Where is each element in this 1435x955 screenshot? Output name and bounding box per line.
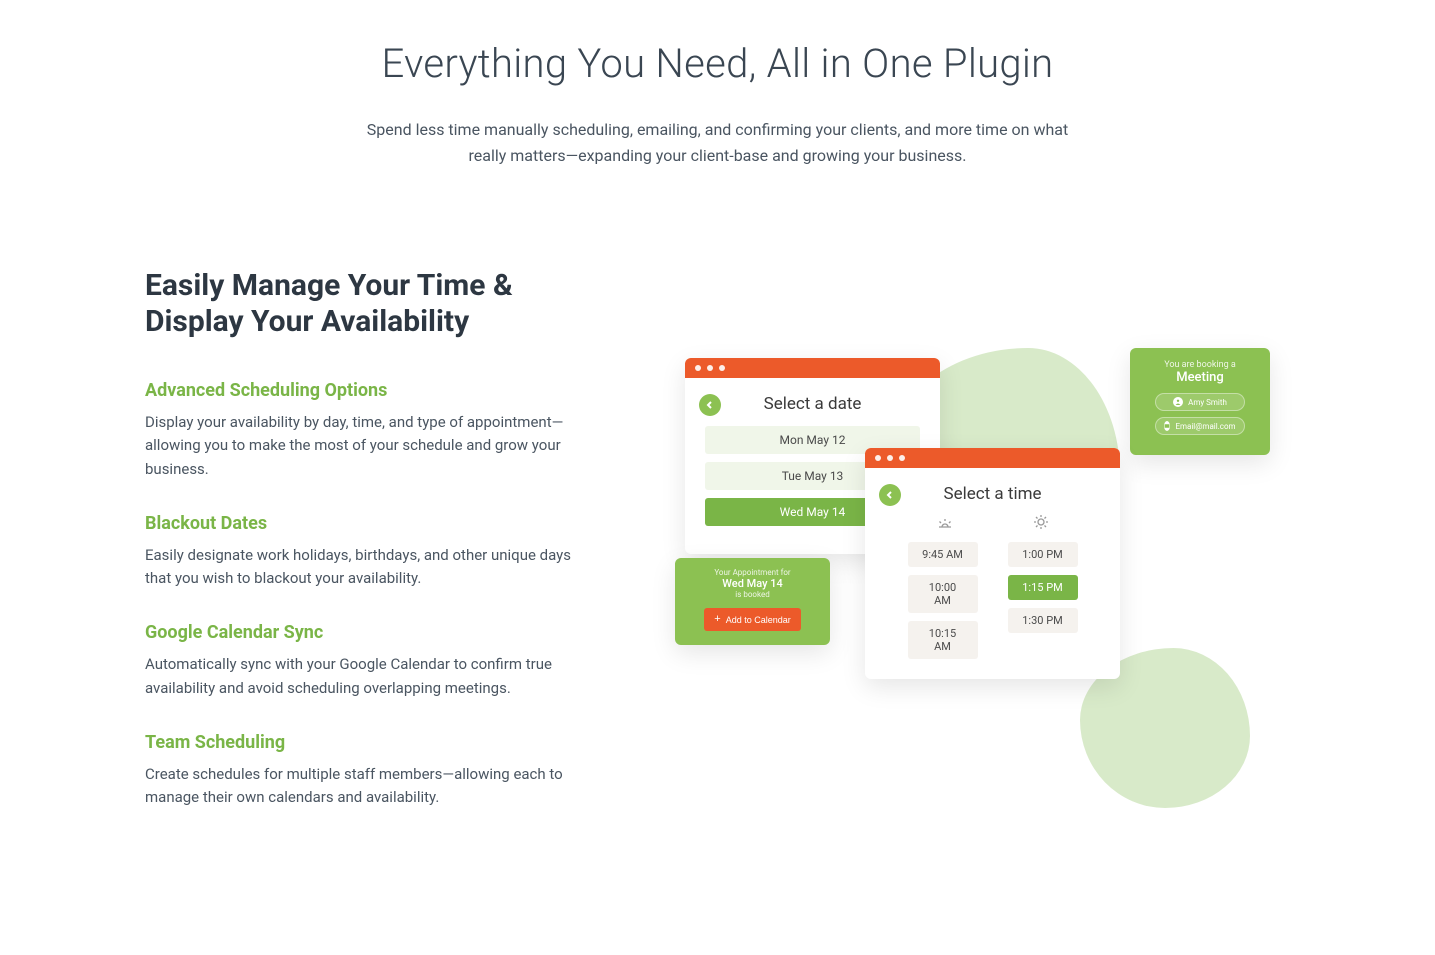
confirm-date: Wed May 14 bbox=[687, 577, 818, 590]
feature-body: Automatically sync with your Google Cale… bbox=[145, 653, 575, 700]
confirm-line3: is booked bbox=[687, 590, 818, 599]
hero-title: Everything You Need, All in One Plugin bbox=[145, 40, 1290, 87]
feature-body: Create schedules for multiple staff memb… bbox=[145, 763, 575, 810]
window-bar bbox=[865, 448, 1120, 468]
booking-name-pill: Amy Smith bbox=[1155, 393, 1245, 411]
feature-body: Display your availability by day, time, … bbox=[145, 411, 575, 481]
time-option: 10:00 AM bbox=[908, 575, 978, 613]
booking-email-pill: Email@mail.com bbox=[1155, 417, 1245, 435]
mock-confirm-card: Your Appointment for Wed May 14 is booke… bbox=[675, 558, 830, 645]
add-to-calendar-button: + Add to Calendar bbox=[704, 608, 800, 631]
feature-title: Google Calendar Sync bbox=[145, 622, 605, 643]
feature-block: Blackout Dates Easily designate work hol… bbox=[145, 513, 605, 591]
section-heading: Easily Manage Your Time & Display Your A… bbox=[145, 268, 605, 340]
plus-icon: + bbox=[714, 614, 720, 625]
booking-email: Email@mail.com bbox=[1175, 422, 1235, 431]
time-option: 1:00 PM bbox=[1008, 542, 1078, 567]
feature-title: Blackout Dates bbox=[145, 513, 605, 534]
feature-title: Advanced Scheduling Options bbox=[145, 380, 605, 401]
booking-type: Meeting bbox=[1140, 370, 1260, 385]
mail-icon bbox=[1164, 421, 1170, 431]
window-bar bbox=[685, 358, 940, 378]
mock-time-card: Select a time 9:45 AM 10:00 AM 10:15 AM … bbox=[865, 448, 1120, 679]
illustration: Select a date Mon May 12 Tue May 13 Wed … bbox=[665, 358, 1290, 818]
sun-icon bbox=[1033, 514, 1049, 534]
time-option: 1:30 PM bbox=[1008, 608, 1078, 633]
add-to-calendar-label: Add to Calendar bbox=[726, 615, 791, 625]
mock-booking-card: You are booking a Meeting Amy Smith Emai… bbox=[1130, 348, 1270, 455]
date-card-title: Select a date bbox=[685, 378, 940, 426]
feature-block: Google Calendar Sync Automatically sync … bbox=[145, 622, 605, 700]
sunrise-icon bbox=[937, 514, 953, 534]
hero-subtitle: Spend less time manually scheduling, ema… bbox=[358, 117, 1078, 168]
time-option: 9:45 AM bbox=[908, 542, 978, 567]
feature-title: Team Scheduling bbox=[145, 732, 605, 753]
confirm-line1: Your Appointment for bbox=[687, 568, 818, 577]
time-option-selected: 1:15 PM bbox=[1008, 575, 1078, 600]
booking-label: You are booking a bbox=[1140, 360, 1260, 370]
person-icon bbox=[1173, 397, 1183, 407]
time-option: 10:15 AM bbox=[908, 621, 978, 659]
feature-body: Easily designate work holidays, birthday… bbox=[145, 544, 575, 591]
time-card-title: Select a time bbox=[865, 468, 1120, 514]
booking-name: Amy Smith bbox=[1188, 398, 1227, 407]
feature-block: Advanced Scheduling Options Display your… bbox=[145, 380, 605, 481]
feature-block: Team Scheduling Create schedules for mul… bbox=[145, 732, 605, 810]
